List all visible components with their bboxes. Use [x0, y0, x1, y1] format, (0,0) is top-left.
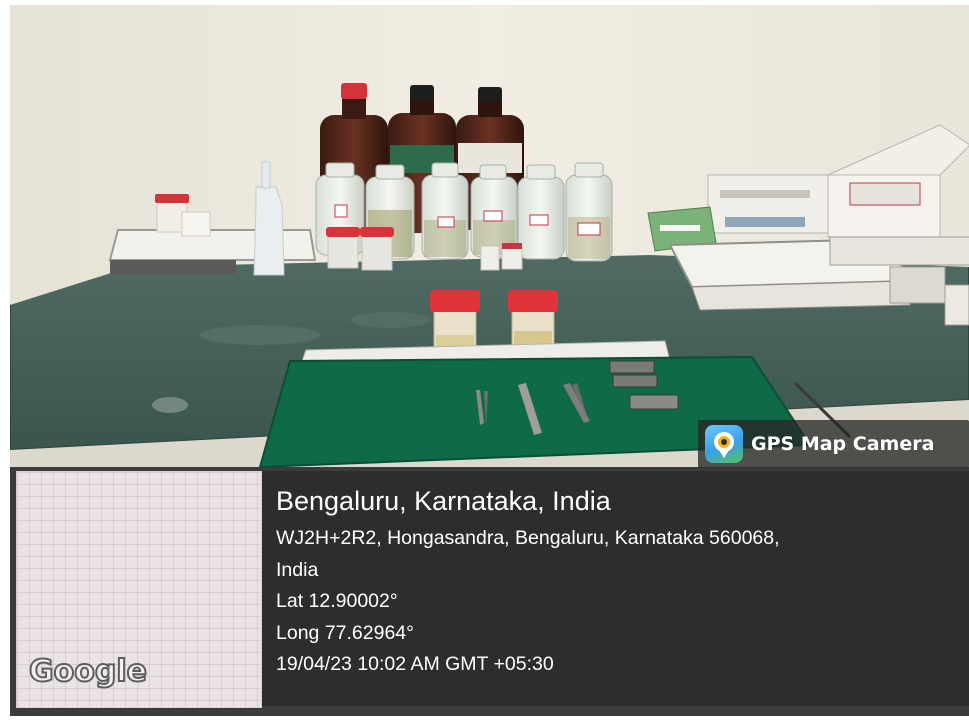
location-details: Bengaluru, Karnataka, India WJ2H+2R2, Ho…	[276, 484, 961, 681]
map-pin-camera-icon	[705, 425, 743, 463]
location-timestamp: 19/04/23 10:02 AM GMT +05:30	[276, 653, 554, 675]
location-city: Bengaluru, Karnataka, India	[276, 486, 611, 516]
location-longitude: Long 77.62964°	[276, 621, 414, 644]
google-logo: Google	[28, 653, 148, 690]
gps-map-camera-label: GPS Map Camera	[751, 433, 935, 455]
location-address-line1: WJ2H+2R2, Hongasandra, Bengaluru, Karnat…	[276, 527, 780, 549]
location-latitude: Lat 12.90002°	[276, 590, 398, 612]
location-address-line2: India	[276, 558, 319, 581]
gps-map-camera-badge: GPS Map Camera	[698, 420, 969, 468]
map-thumbnail: Google	[16, 471, 262, 708]
